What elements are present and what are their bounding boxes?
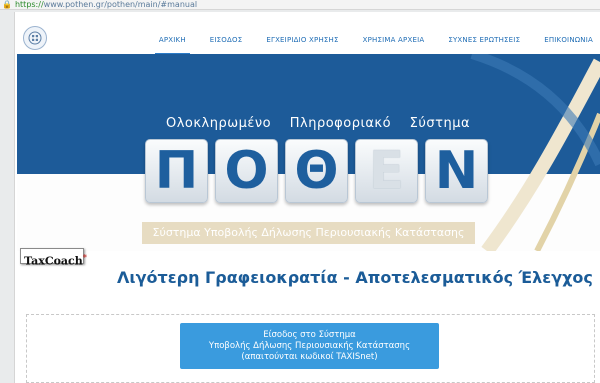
url-scheme: https:// (14, 0, 44, 9)
badge-name: TaxCoach (24, 254, 83, 268)
nav-useful-files[interactable]: ΧΡΗΣΙΜΑ ΑΡΧΕΙΑ (363, 36, 425, 44)
motto-heading: Λιγότερη Γραφειοκρατία - Αποτελεσματικός… (117, 268, 593, 287)
lock-icon: 🔒 (2, 0, 12, 9)
main-menu: ΑΡΧΙΚΗ ΕΙΣΟΔΟΣ ΕΓΧΕΙΡΙΔΙΟ ΧΡΗΣΗΣ ΧΡΗΣΙΜΑ… (135, 36, 593, 55)
top-navigation: ΑΡΧΙΚΗ ΕΙΣΟΔΟΣ ΕΓΧΕΙΡΙΔΙΟ ΧΡΗΣΗΣ ΧΡΗΣΙΜΑ… (15, 12, 600, 55)
nav-login[interactable]: ΕΙΣΟΔΟΣ (210, 36, 243, 44)
login-button-line-2: Υποβολής Δήλωσης Περιουσιακής Κατάστασης (208, 340, 411, 351)
badge-mark: * (82, 252, 87, 262)
nav-faq[interactable]: ΣΥΧΝΕΣ ΕΡΩΤΗΣΕΙΣ (448, 36, 520, 44)
url-path: /pothen/main/#manual (104, 0, 198, 9)
system-tagline: Σύστημα Υποβολής Δήλωσης Περιουσιακής Κα… (142, 222, 475, 244)
letter-tile: Ο (215, 139, 278, 203)
emblem-icon (28, 31, 42, 45)
taxcoach-watermark-badge: TaxCoach* (20, 248, 87, 268)
login-button-line-1: Είσοδος στο Σύστημα (263, 329, 356, 340)
login-button[interactable]: Είσοδος στο Σύστημα Υποβολής Δήλωσης Περ… (180, 323, 439, 369)
letter-tile: Π (145, 139, 208, 203)
url-host: www.pothen.gr (43, 0, 105, 9)
login-button-line-3: (απαιτούνται κωδικοί TAXISnet) (241, 351, 378, 362)
hero-subtitle: Ολοκληρωμένο Πληροφοριακό Σύστημα (166, 116, 471, 131)
greek-emblem-logo[interactable] (23, 26, 47, 50)
browser-address-bar[interactable]: 🔒 https://www.pothen.gr/pothen/main/#manu… (0, 0, 600, 10)
letter-tile: Ε (355, 139, 418, 203)
letter-tile: Ν (425, 139, 488, 203)
letter-tile: Θ (285, 139, 348, 203)
nav-manual[interactable]: ΕΓΧΕΙΡΙΔΙΟ ΧΡΗΣΗΣ (266, 36, 338, 44)
nav-contact[interactable]: ΕΠΙΚΟΙΝΩΝΙΑ (544, 36, 593, 44)
pothen-letter-tiles: Π Ο Θ Ε Ν (145, 139, 495, 203)
nav-home[interactable]: ΑΡΧΙΚΗ (154, 36, 190, 55)
